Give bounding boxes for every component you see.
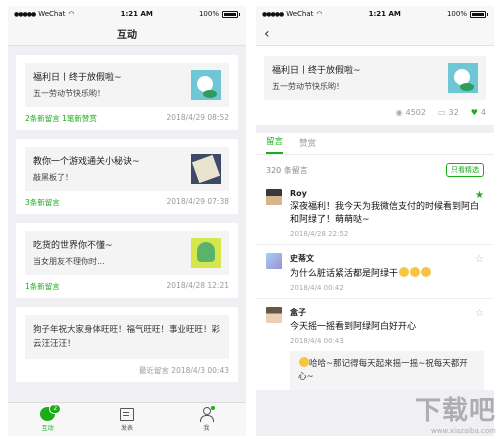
comment-time: 2018/4/4 00:42 (290, 284, 344, 292)
article-preview[interactable]: 福利日丨终于放假啦~ 五一劳动节快乐哟！ (264, 56, 486, 100)
eye-icon: ◉ (395, 108, 403, 117)
watermark-logo: 下载吧 (414, 396, 496, 426)
article-title: 福利日丨终于放假啦~ (272, 65, 361, 76)
article-date: 2018/4/29 07:38 (166, 197, 229, 206)
star-outline-icon[interactable]: ☆ (475, 254, 484, 265)
author-reply: 哈哈~那记得每天起来摇一摇~祝每天都开心~ (290, 351, 484, 390)
battery-percent: 100% (446, 10, 467, 18)
view-count: 4502 (405, 108, 426, 117)
wifi-icon: ◠ (68, 10, 75, 18)
chat-icon: 2 (40, 404, 62, 421)
watermark-url: www.xiazaiba.com (431, 427, 496, 435)
article-title: 吃货的世界你不懂~ (33, 240, 113, 251)
article-subtitle: 五一劳动节快乐哟！ (33, 88, 105, 98)
tab-rewards[interactable]: 赞赏 (299, 137, 316, 154)
clock: 1:21 AM (120, 10, 153, 18)
status-bar: ●●●●● WeChat ◠ 1:21 AM 100% (256, 6, 494, 22)
article-title: 教你一个游戏通关小秘诀~ (33, 156, 140, 167)
smile-emoji-icon (421, 267, 432, 277)
nav-bar: ‹ (256, 22, 494, 46)
reply-text: 哈哈~那记得每天起来摇一摇~祝每天都开心~ (298, 359, 468, 382)
text-post-card[interactable]: 狗子年祝大家身体旺旺！福气旺旺！事业旺旺！彩云汪汪汪！ 最近留言 2018/4/… (16, 307, 238, 382)
status-bar: ●●●●● WeChat ◠ 1:21 AM 100% (8, 6, 246, 22)
clock: 1:21 AM (368, 10, 401, 18)
commenter-name: Roy (290, 189, 307, 198)
comment-item[interactable]: 盒子 今天摇一摇看到阿绿阿白好开心 2018/4/4 00:43 ☆ (256, 299, 494, 351)
avatar (266, 189, 282, 205)
comment-icon: ▭ (437, 108, 446, 117)
commenter-name: 史蒂文 (290, 254, 314, 263)
smile-emoji-icon (299, 357, 309, 367)
smile-emoji-icon (399, 267, 410, 277)
heart-icon: ♥ (470, 108, 478, 117)
comment-time: 2018/4/28 22:52 (290, 230, 349, 238)
unread-badge: 2 (49, 404, 62, 414)
comment-time: 2018/4/4 00:43 (290, 337, 344, 345)
new-comments-count: 3条新留言 (25, 198, 60, 207)
comment-tabs: 留言 赞赏 (256, 133, 494, 155)
article-header: 福利日丨终于放假啦~ 五一劳动节快乐哟！ ◉ 4502 ▭ 32 ♥ 4 (256, 46, 494, 125)
star-outline-icon[interactable]: ☆ (475, 308, 484, 319)
article-card[interactable]: 教你一个游戏通关小秘诀~ 敲黑板了！ 3条新留言 2018/4/29 07:38 (16, 139, 238, 214)
avatar (266, 253, 282, 269)
comment-count: 32 (448, 108, 459, 117)
star-icon[interactable]: ★ (475, 190, 484, 201)
tab-label: 互动 (41, 425, 54, 432)
tab-me[interactable]: 我 (167, 403, 246, 436)
article-thumbnail (448, 63, 478, 93)
tab-label: 发表 (120, 424, 133, 432)
battery-icon (469, 10, 486, 18)
comment-text: 为什么脏话紧活都是阿绿干 (290, 269, 399, 279)
featured-only-button[interactable]: 只看精选 (446, 163, 484, 177)
signal-icon: ●●●●● (14, 10, 36, 18)
latest-comment-date: 最近留言 2018/4/3 00:43 (138, 366, 229, 375)
interactions-screen: ●●●●● WeChat ◠ 1:21 AM 100% 互动 福利日丨终于放假啦… (8, 6, 246, 436)
article-thumbnail (191, 238, 221, 268)
article-subtitle: 五一劳动节快乐哟！ (272, 81, 344, 91)
article-subtitle: 敲黑板了！ (33, 172, 73, 182)
signal-icon: ●●●●● (262, 10, 284, 18)
tab-publish[interactable]: 发表 (87, 403, 166, 436)
new-comments-count: 2条新留言 1笔新赞赏 (25, 114, 97, 123)
tab-interactions[interactable]: 2 互动 (8, 403, 87, 436)
article-thumbnail (191, 154, 221, 184)
user-icon (199, 406, 216, 422)
article-title: 福利日丨终于放假啦~ (33, 72, 122, 83)
site-watermark: 下载吧 www.xiazaiba.com (415, 390, 496, 435)
wifi-icon: ◠ (316, 10, 323, 18)
comment-item[interactable]: Roy 深夜福利！我今天为我微信支付的时候看到阿白和阿绿了！萌萌哒~ 2018/… (256, 181, 494, 245)
comment-text: 今天摇一摇看到阿绿阿白好开心 (290, 322, 417, 332)
nav-bar: 互动 (8, 22, 246, 46)
commenter-name: 盒子 (290, 308, 306, 317)
tab-label: 我 (203, 425, 210, 432)
document-icon (119, 407, 134, 421)
tab-comments[interactable]: 留言 (266, 135, 284, 154)
comments-section: 留言 赞赏 320 条留言 只看精选 Roy 深夜福利！我今天为我微信支付的时候… (256, 133, 494, 390)
avatar (266, 307, 282, 323)
tab-bar: 2 互动 发表 我 (8, 402, 246, 436)
comment-item[interactable]: 史蒂文 为什么脏话紧活都是阿绿干 2018/4/4 00:42 ☆ (256, 245, 494, 299)
smile-emoji-icon (410, 267, 421, 277)
article-detail-screen: ●●●●● WeChat ◠ 1:21 AM 100% ‹ 福利日丨终于放假啦~… (256, 6, 494, 436)
article-date: 2018/4/29 08:52 (166, 113, 229, 122)
post-text: 狗子年祝大家身体旺旺！福气旺旺！事业旺旺！彩云汪汪汪！ (25, 315, 229, 359)
comment-total: 320 条留言 (266, 165, 308, 175)
page-title: 互动 (117, 30, 137, 41)
new-comments-count: 1条新留言 (25, 282, 60, 291)
battery-percent: 100% (198, 10, 219, 18)
like-count: 4 (480, 108, 486, 117)
comment-text: 深夜福利！我今天为我微信支付的时候看到阿白和阿绿了！萌萌哒~ (290, 202, 480, 225)
carrier-label: WeChat (38, 10, 66, 18)
article-thumbnail (191, 70, 221, 100)
article-card[interactable]: 福利日丨终于放假啦~ 五一劳动节快乐哟！ 2条新留言 1笔新赞赏 2018/4/… (16, 55, 238, 130)
back-chevron-icon[interactable]: ‹ (264, 26, 270, 42)
article-stats: ◉ 4502 ▭ 32 ♥ 4 (264, 108, 486, 117)
article-card[interactable]: 吃货的世界你不懂~ 当女朋友不理你时... 1条新留言 2018/4/28 12… (16, 223, 238, 298)
carrier-label: WeChat (286, 10, 314, 18)
battery-icon (221, 10, 238, 18)
article-date: 2018/4/28 12:21 (166, 281, 229, 290)
article-subtitle: 当女朋友不理你时... (33, 256, 105, 266)
